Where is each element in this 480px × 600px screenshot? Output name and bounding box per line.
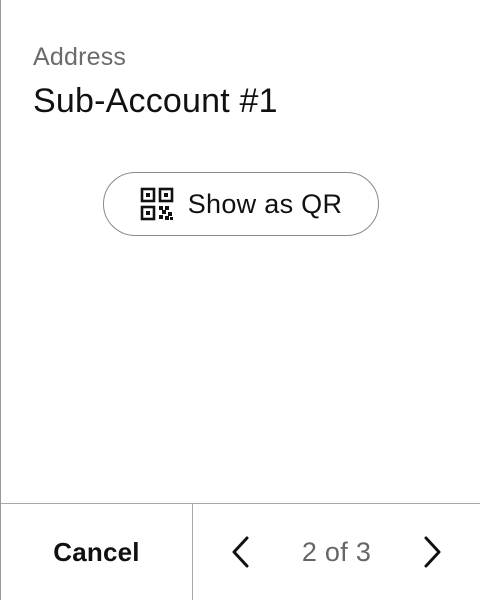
cancel-label: Cancel bbox=[53, 536, 140, 567]
chevron-left-icon bbox=[232, 536, 249, 568]
pager: 2 of 3 bbox=[193, 504, 480, 600]
chevron-right-icon bbox=[424, 536, 441, 568]
footer-bar: Cancel 2 of 3 bbox=[1, 503, 480, 600]
cancel-button[interactable]: Cancel bbox=[1, 504, 193, 600]
qr-code-icon bbox=[140, 187, 174, 221]
next-page-button[interactable] bbox=[414, 528, 450, 576]
address-label: Address bbox=[33, 43, 127, 71]
account-name: Sub-Account #1 bbox=[33, 82, 278, 120]
page-indicator: 2 of 3 bbox=[301, 536, 372, 567]
address-screen: Address Sub-Account #1 Show as QR Cancel… bbox=[0, 0, 480, 600]
show-as-qr-button[interactable]: Show as QR bbox=[103, 172, 379, 236]
show-as-qr-label: Show as QR bbox=[187, 188, 343, 219]
previous-page-button[interactable] bbox=[223, 528, 259, 576]
